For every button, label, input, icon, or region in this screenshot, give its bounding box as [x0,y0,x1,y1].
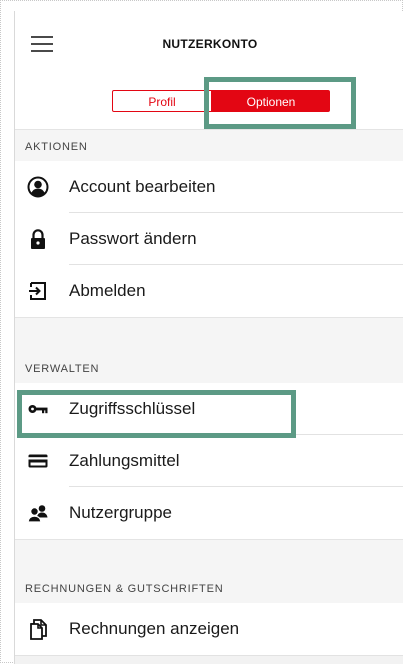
section-title-verwalten: VERWALTEN [25,363,100,375]
list-item-passwort-aendern[interactable]: Passwort ändern [15,213,403,265]
user-group-icon [27,502,49,524]
sign-out-icon [27,280,49,302]
list-item-label: Account bearbeiten [69,177,216,196]
list-item-label: Abmelden [69,281,146,300]
app-header: NUTZERKONTO [15,11,403,79]
section-header-verwalten: VERWALTEN [15,317,403,383]
profile-options-switch: Profil Optionen [112,90,330,112]
list-item-label: Passwort ändern [69,229,197,248]
tab-optionen[interactable]: Optionen [212,90,330,112]
list-item-rechnungen-anzeigen[interactable]: Rechnungen anzeigen [15,603,403,655]
list-item-zugriffsschluessel[interactable]: Zugriffsschlüssel [15,383,403,435]
page-title: NUTZERKONTO [162,37,258,51]
key-icon [27,398,49,420]
section-title-rechnungen: RECHNUNGEN & GUTSCHRIFTEN [25,583,224,595]
list-item-zahlungsmittel[interactable]: Zahlungsmittel [15,435,403,487]
list-item-label: Zugriffsschlüssel [69,399,196,418]
credit-card-icon [27,450,49,472]
section-title-aktionen: AKTIONEN [25,141,88,153]
list-item-abmelden[interactable]: Abmelden [15,265,403,317]
document-icon [27,618,49,640]
list-item-nutzergruppe[interactable]: Nutzergruppe [15,487,403,539]
screenshot-frame: NUTZERKONTO Profil Optionen AKTIONEN Acc… [0,0,403,664]
list-item-account-bearbeiten[interactable]: Account bearbeiten [15,161,403,213]
section-header-rechnungen: RECHNUNGEN & GUTSCHRIFTEN [15,539,403,603]
section-header-aktionen: AKTIONEN [15,129,403,161]
lock-icon [27,228,49,250]
user-circle-icon [27,176,49,198]
list-item-label: Zahlungsmittel [69,451,180,470]
list-item-label: Rechnungen anzeigen [69,619,240,638]
account-screen: NUTZERKONTO Profil Optionen AKTIONEN Acc… [14,11,403,664]
tab-profil[interactable]: Profil [112,90,212,112]
list-item-label: Nutzergruppe [69,503,173,522]
